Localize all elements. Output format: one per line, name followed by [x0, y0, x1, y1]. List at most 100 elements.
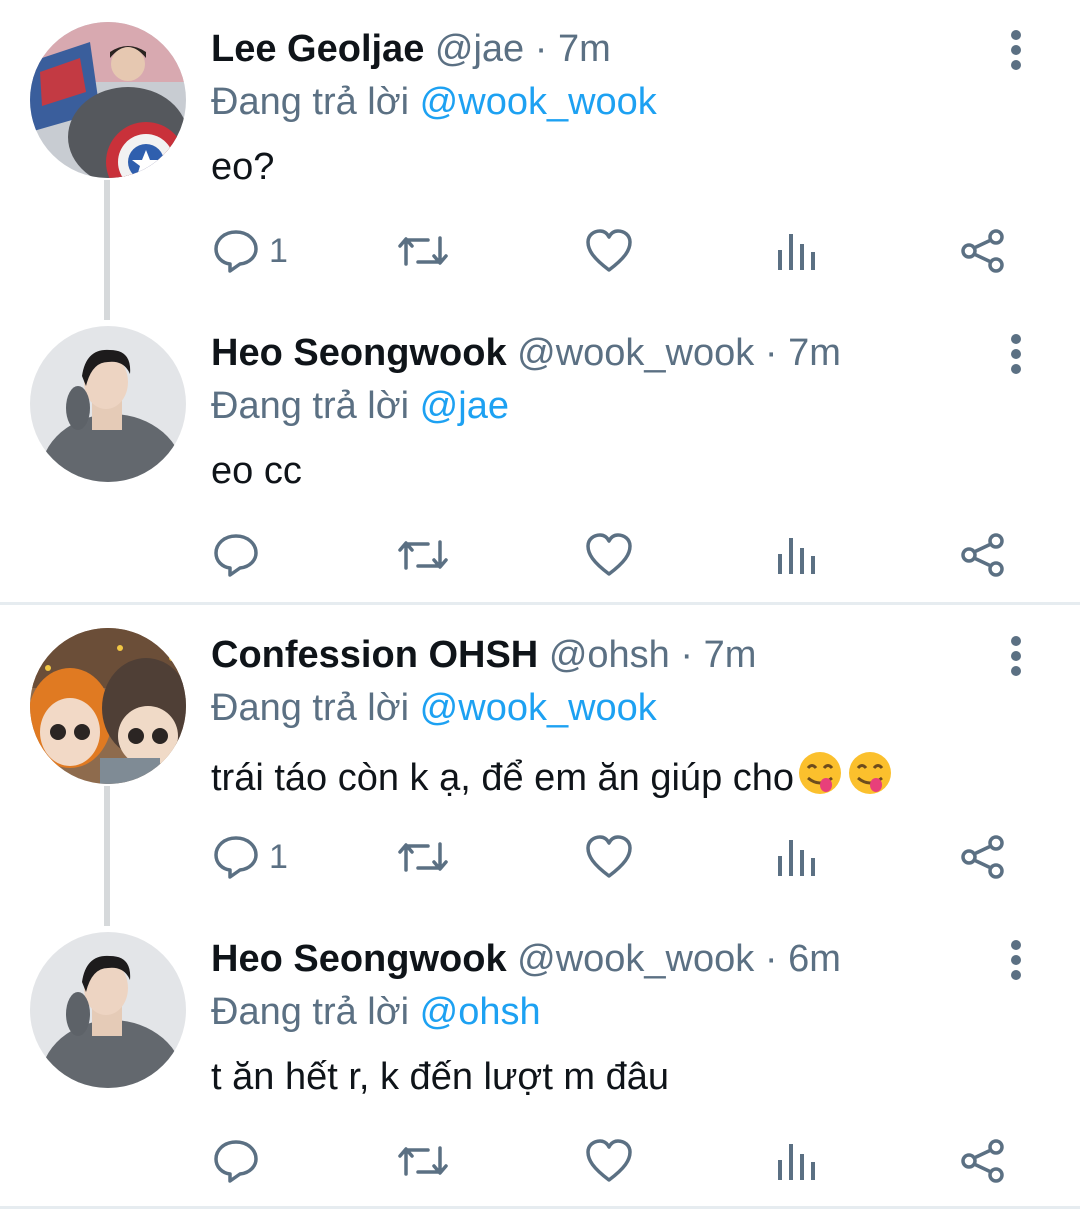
- mention-link[interactable]: @wook_wook: [420, 81, 657, 123]
- tweet-actions: [0, 504, 1080, 604]
- mention-link[interactable]: @wook_wook: [420, 687, 657, 729]
- retweet-button[interactable]: [396, 830, 450, 884]
- analytics-button[interactable]: [776, 224, 816, 278]
- reply-button[interactable]: [213, 528, 269, 582]
- analytics-button[interactable]: [776, 1134, 816, 1188]
- avatar[interactable]: [30, 628, 186, 784]
- username[interactable]: @jae: [435, 28, 524, 70]
- analytics-icon: [778, 1144, 815, 1180]
- share-button[interactable]: [960, 1134, 1006, 1188]
- retweet-icon: [398, 236, 448, 266]
- username[interactable]: @wook_wook: [517, 332, 754, 374]
- replying-to: Đang trả lời @wook_wook: [211, 80, 657, 124]
- avatar-image: [30, 932, 186, 1088]
- heart-icon: [586, 835, 632, 878]
- tweet-text: t ăn hết r, k đến lượt m đâu: [211, 1056, 670, 1098]
- username[interactable]: @ohsh: [549, 634, 670, 676]
- retweet-icon: [398, 1146, 448, 1176]
- tweet-header: Heo Seongwook @wook_wook · 6m: [211, 937, 841, 981]
- avatar[interactable]: [30, 932, 186, 1088]
- tweet-actions: 1: [0, 200, 1080, 300]
- analytics-button[interactable]: [776, 830, 816, 884]
- like-button[interactable]: [585, 1134, 633, 1188]
- replying-label: Đang trả lời: [211, 991, 410, 1033]
- timestamp[interactable]: 7m: [558, 28, 611, 70]
- tweet-text-container: trái táo còn k ạ, để em ăn giúp cho: [211, 750, 894, 801]
- separator: ·: [764, 938, 778, 980]
- replying-label: Đang trả lời: [211, 81, 410, 123]
- display-name[interactable]: Confession OHSH: [211, 634, 538, 676]
- replying-to: Đang trả lời @wook_wook: [211, 686, 657, 730]
- username[interactable]: @wook_wook: [517, 938, 754, 980]
- tweet[interactable]: Lee Geoljae @jae · 7m Đang trả lời @wook…: [0, 0, 1080, 305]
- retweet-icon: [398, 540, 448, 570]
- reply-button[interactable]: [213, 1134, 269, 1188]
- more-options-icon[interactable]: [996, 332, 1036, 376]
- heart-icon: [586, 229, 632, 272]
- more-options-icon[interactable]: [996, 634, 1036, 678]
- share-icon: [961, 533, 1004, 577]
- replying-to: Đang trả lời @jae: [211, 384, 509, 428]
- display-name[interactable]: Lee Geoljae: [211, 28, 424, 70]
- tweet-header: Lee Geoljae @jae · 7m: [211, 27, 611, 71]
- more-options-icon[interactable]: [996, 28, 1036, 72]
- like-button[interactable]: [585, 528, 633, 582]
- reply-button[interactable]: 1: [213, 830, 288, 884]
- reply-count: 1: [269, 837, 288, 876]
- separator: ·: [534, 28, 548, 70]
- tweet-text: eo?: [211, 146, 275, 188]
- heart-icon: [586, 1139, 632, 1182]
- more-options-icon[interactable]: [996, 938, 1036, 982]
- timestamp[interactable]: 6m: [788, 938, 841, 980]
- timestamp[interactable]: 7m: [788, 332, 841, 374]
- mention-link[interactable]: @ohsh: [420, 991, 541, 1033]
- replying-label: Đang trả lời: [211, 687, 410, 729]
- analytics-icon: [778, 538, 815, 574]
- analytics-button[interactable]: [776, 528, 816, 582]
- display-name[interactable]: Heo Seongwook: [211, 332, 507, 374]
- separator: ·: [680, 634, 694, 676]
- tweet-text: eo cc: [211, 450, 302, 492]
- reply-count: 1: [269, 231, 288, 270]
- display-name[interactable]: Heo Seongwook: [211, 938, 507, 980]
- reply-icon: [214, 1140, 258, 1183]
- tweet-text: trái táo còn k ạ, để em ăn giúp cho: [211, 757, 795, 799]
- avatar[interactable]: [30, 22, 186, 178]
- reply-icon: [214, 836, 258, 879]
- retweet-button[interactable]: [396, 224, 450, 278]
- reply-icon: [214, 230, 258, 273]
- analytics-icon: [778, 840, 815, 876]
- reply-icon: [214, 534, 258, 577]
- like-button[interactable]: [585, 224, 633, 278]
- share-button[interactable]: [960, 224, 1006, 278]
- separator: ·: [764, 332, 778, 374]
- tweet-header: Confession OHSH @ohsh · 7m: [211, 633, 756, 677]
- retweet-button[interactable]: [396, 1134, 450, 1188]
- share-icon: [961, 1139, 1004, 1183]
- tweet[interactable]: Confession OHSH @ohsh · 7m Đang trả lời …: [0, 606, 1080, 911]
- share-icon: [961, 229, 1004, 273]
- mention-link[interactable]: @jae: [420, 385, 509, 427]
- avatar-image: [30, 628, 186, 784]
- avatar-image: [30, 22, 186, 178]
- share-button[interactable]: [960, 528, 1006, 582]
- tweet-actions: 1: [0, 806, 1080, 906]
- yum-emoji-icon: [849, 752, 892, 794]
- analytics-icon: [778, 234, 815, 270]
- avatar[interactable]: [30, 326, 186, 482]
- tweet-actions: [0, 1110, 1080, 1210]
- thread-divider: [0, 602, 1080, 605]
- like-button[interactable]: [585, 830, 633, 884]
- replying-to: Đang trả lời @ohsh: [211, 990, 541, 1034]
- tweet[interactable]: Heo Seongwook @wook_wook · 7m Đang trả l…: [0, 304, 1080, 604]
- tweet[interactable]: Heo Seongwook @wook_wook · 6m Đang trả l…: [0, 910, 1080, 1208]
- heart-icon: [586, 533, 632, 576]
- share-icon: [961, 835, 1004, 879]
- reply-button[interactable]: 1: [213, 224, 288, 278]
- timestamp[interactable]: 7m: [704, 634, 757, 676]
- share-button[interactable]: [960, 830, 1006, 884]
- replying-label: Đang trả lời: [211, 385, 410, 427]
- avatar-image: [30, 326, 186, 482]
- retweet-button[interactable]: [396, 528, 450, 582]
- retweet-icon: [398, 842, 448, 872]
